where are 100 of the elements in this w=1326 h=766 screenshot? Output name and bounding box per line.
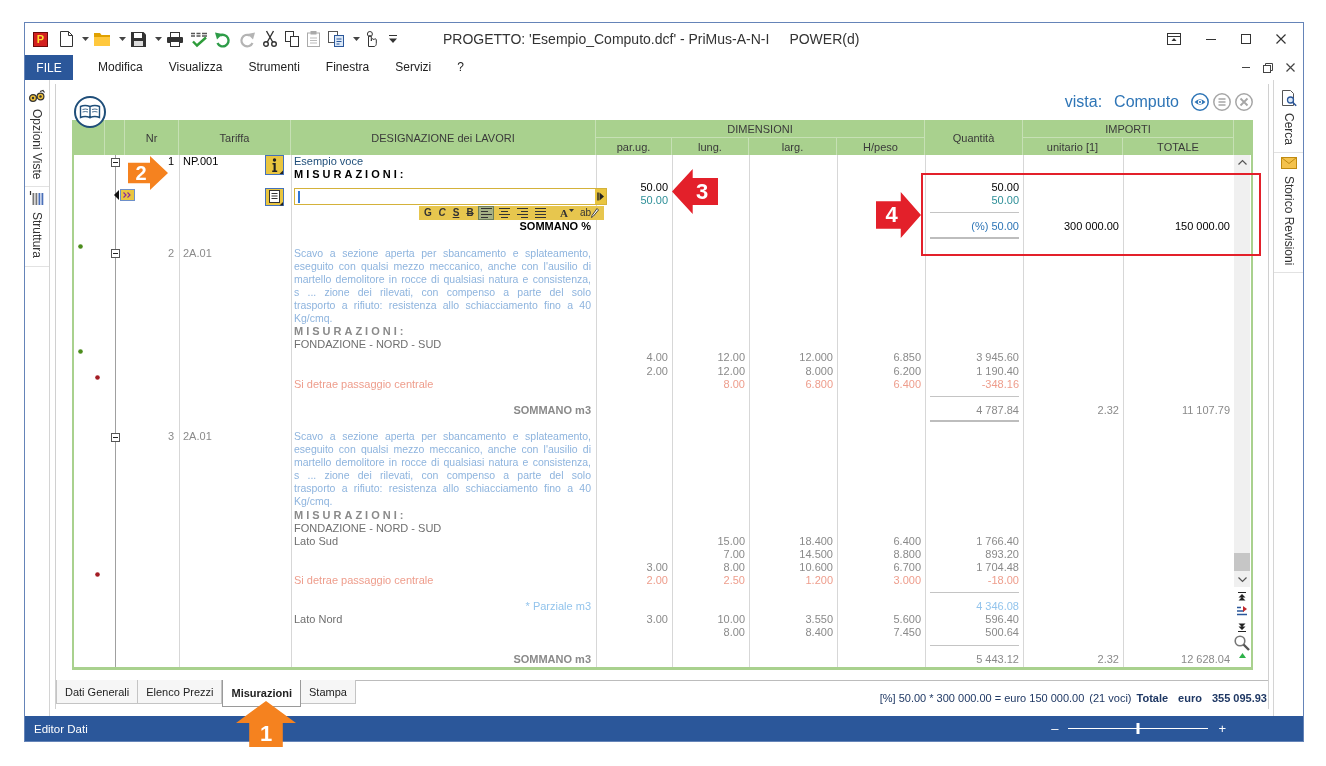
partial-label: * Parziale m3 (524, 600, 591, 614)
scissors-icon[interactable] (263, 31, 277, 47)
sheet-tab[interactable]: Misurazioni (222, 680, 301, 707)
side-tab[interactable]: Storico Revisioni (1274, 153, 1303, 274)
quantity-cell: 50.00 (991, 181, 1019, 195)
column-header[interactable]: lung. (672, 137, 749, 155)
view-label: vista: (1064, 93, 1103, 111)
height-weight-cell: 6.850 (893, 351, 921, 365)
item-number: 3 (167, 430, 174, 442)
menu-item[interactable]: Visualizza (155, 55, 236, 80)
section-heading: MISURAZIONI: (294, 508, 407, 522)
new-document-icon[interactable] (60, 31, 73, 47)
column-header[interactable]: TOTALE (1123, 137, 1234, 155)
italic-button[interactable]: C (436, 206, 448, 221)
column-header[interactable]: H/peso (837, 137, 925, 155)
menu-item[interactable]: Strumenti (235, 55, 313, 80)
measure-input[interactable] (294, 188, 607, 206)
unit-price-cell: 300 000.00 (1063, 220, 1119, 234)
customize-caret-icon[interactable] (389, 35, 397, 43)
underline-button[interactable]: S (450, 206, 462, 221)
app-logo: P (33, 31, 48, 47)
search-icon[interactable] (1234, 635, 1250, 651)
notes-icon[interactable] (265, 188, 284, 207)
glasses-icon (29, 90, 45, 102)
documents-icon[interactable] (328, 31, 344, 47)
restore-icon[interactable] (1263, 62, 1273, 73)
jump-down-icon[interactable] (1238, 623, 1246, 632)
scrollbar[interactable] (1234, 155, 1250, 587)
scroll-down-icon[interactable] (1237, 577, 1247, 582)
align-center-button[interactable] (496, 206, 512, 221)
scroll-thumb[interactable] (1234, 553, 1250, 571)
scroll-up-icon[interactable] (1237, 160, 1247, 165)
align-right-icon (516, 208, 528, 219)
collapse-icon[interactable] (110, 157, 120, 167)
side-tab[interactable]: Struttura (25, 187, 49, 267)
ribbon-display-icon[interactable] (1167, 33, 1181, 45)
dropdown-caret-icon[interactable] (119, 37, 126, 41)
quantity-cell: -348.16 (981, 377, 1019, 391)
eye-icon[interactable] (1191, 93, 1209, 111)
width-cell: 8.400 (805, 626, 833, 640)
collapse-icon[interactable] (110, 432, 120, 442)
minimize-icon[interactable] (1206, 38, 1216, 40)
info-icon[interactable] (265, 155, 284, 175)
length-cell: 8.00 (723, 626, 745, 640)
font-color-button[interactable]: A (558, 206, 576, 221)
column-header[interactable]: unitario [1] (1023, 137, 1123, 155)
jump-up-icon[interactable] (1238, 592, 1246, 601)
bold-button[interactable]: G (422, 206, 434, 221)
highlight-button[interactable]: ab (577, 206, 602, 221)
menu-item[interactable]: Servizi (382, 55, 445, 80)
align-right-button[interactable] (514, 206, 530, 221)
dropdown-caret-icon[interactable] (353, 37, 360, 41)
menu-item[interactable]: Modifica (85, 55, 156, 80)
column-header[interactable]: DESIGNAZIONE dei LAVORI (291, 120, 596, 155)
printer-icon[interactable] (167, 31, 183, 47)
column-header[interactable]: Quantità (925, 120, 1023, 155)
spellcheck-icon[interactable] (191, 31, 207, 47)
maximize-icon[interactable] (1241, 34, 1251, 44)
justify-button[interactable] (532, 206, 548, 221)
file-menu-button[interactable]: FILE (25, 55, 73, 80)
undo-icon[interactable] (215, 31, 231, 47)
arrow-right-icon[interactable] (595, 189, 606, 205)
zoom-in-button[interactable]: + (1218, 721, 1226, 736)
menu-item[interactable]: Finestra (312, 55, 383, 80)
sheet-tab[interactable]: Dati Generali (56, 680, 139, 704)
view-name[interactable]: Computo (1114, 93, 1179, 111)
side-tab[interactable]: Opzioni Viste (25, 86, 49, 188)
length-cell: 12.00 (717, 364, 745, 378)
measure-group-label: FONDAZIONE - NORD - SUD (294, 521, 442, 534)
par-ug-cell: 4.00 (646, 351, 668, 365)
align-left-button[interactable] (478, 206, 494, 221)
sum-label: SOMMANO % (518, 220, 591, 234)
column-header[interactable]: par.ug. (596, 137, 672, 155)
sheet-tab[interactable]: Elenco Prezzi (138, 680, 223, 704)
quantity-cell: 500.64 (985, 626, 1019, 640)
save-icon[interactable] (131, 31, 146, 47)
zoom-out-button[interactable]: – (1051, 721, 1059, 736)
close-icon[interactable] (1286, 63, 1295, 72)
side-tab[interactable]: Cerca (1274, 86, 1303, 153)
par-ug-cell: 3.00 (646, 560, 668, 575)
dropdown-caret-icon[interactable] (82, 37, 89, 41)
zoom-slider-thumb[interactable] (1136, 723, 1140, 734)
length-cell: 8.00 (723, 377, 745, 391)
par-ug-cell: 2.00 (646, 364, 668, 378)
item-description: Scavo a sezione aperta per sbancamento e splateamento, eseguito con qualsi mezzo meccanico, anche con l'ausilio di martello demolitore in rocce di qualsiasi natura e consistenza, s ... zione dei rilevati, con compenso a parte del solo trasporto a rifiuto: resistenza allo schiacciamento fino a 40 Kg/cmq. (294, 430, 591, 509)
width-cell: 12.000 (799, 351, 833, 365)
envelope-icon (1280, 157, 1297, 169)
column-header[interactable]: larg. (749, 137, 837, 155)
collapse-icon[interactable] (110, 249, 120, 259)
hand-pointer-icon[interactable] (365, 31, 377, 47)
length-cell: 8.00 (723, 560, 745, 575)
bars-icon[interactable] (1236, 605, 1248, 617)
strikethrough-button[interactable]: B (464, 206, 476, 221)
dropdown-caret-icon[interactable] (155, 37, 162, 41)
copy-icon[interactable] (285, 31, 299, 47)
clipboard-icon[interactable] (307, 31, 320, 47)
close-icon[interactable] (1276, 34, 1286, 44)
sheet-tab[interactable]: Stampa (301, 680, 356, 704)
menu-item[interactable]: ? (444, 55, 477, 80)
column-header[interactable]: Nr (125, 120, 179, 155)
